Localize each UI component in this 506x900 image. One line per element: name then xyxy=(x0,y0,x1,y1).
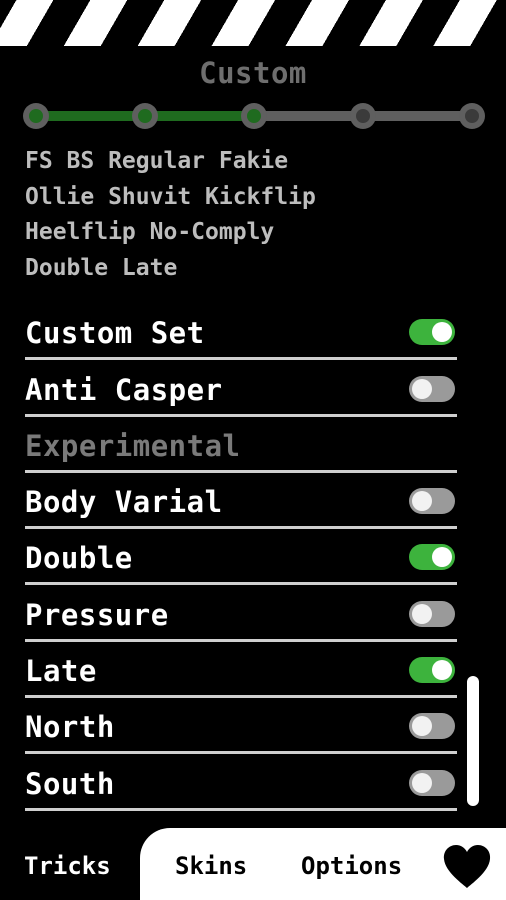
toggle-knob xyxy=(432,547,452,568)
toggle-knob xyxy=(412,491,432,512)
south-toggle[interactable] xyxy=(409,769,455,796)
setting-double[interactable]: Double xyxy=(25,529,457,586)
setting-north[interactable]: North xyxy=(25,698,457,755)
pressure-toggle[interactable] xyxy=(409,600,455,627)
step-dot[interactable] xyxy=(459,103,485,129)
toggle-knob xyxy=(412,378,432,399)
section-header-label: Experimental xyxy=(25,428,241,463)
setting-label: Late xyxy=(25,654,97,689)
setting-label: Anti Casper xyxy=(25,372,223,407)
trick-summary: FS BS Regular Fakie Ollie Shuvit Kickfli… xyxy=(25,144,445,286)
setting-label: Custom Set xyxy=(25,316,205,351)
anti-casper-toggle[interactable] xyxy=(409,375,455,402)
setting-label: Double xyxy=(25,541,133,576)
trick-line: Heelflip No-Comply xyxy=(25,219,275,245)
tab-tricks-label: Tricks xyxy=(24,852,111,880)
setting-label: Body Varial xyxy=(25,485,223,520)
toggle-knob xyxy=(412,772,432,793)
step-dot[interactable] xyxy=(23,103,49,129)
setting-late[interactable]: Late xyxy=(25,642,457,699)
toggle-knob xyxy=(432,660,452,681)
toggle-knob xyxy=(432,322,452,343)
scrollbar-thumb[interactable] xyxy=(467,676,479,806)
trick-line: Ollie Shuvit Kickflip xyxy=(25,183,316,210)
tab-tricks[interactable]: Tricks xyxy=(0,828,140,900)
tab-options[interactable]: Options xyxy=(301,852,402,880)
heart-icon[interactable] xyxy=(442,844,492,890)
double-toggle[interactable] xyxy=(409,544,455,571)
step-dot[interactable] xyxy=(132,103,158,129)
setting-label: South xyxy=(25,766,115,801)
body-varial-toggle[interactable] xyxy=(409,488,455,515)
trick-line: FS BS Regular Fakie xyxy=(25,148,289,174)
toggle-knob xyxy=(412,716,432,737)
custom-set-toggle[interactable] xyxy=(409,319,455,346)
tab-skins[interactable]: Skins xyxy=(175,852,247,880)
setting-label: North xyxy=(25,710,115,745)
clapperboard-stripes xyxy=(0,0,506,48)
page-title: Custom xyxy=(199,56,307,90)
step-dot[interactable] xyxy=(350,103,376,129)
progress-stepper xyxy=(23,102,485,130)
setting-south[interactable]: South xyxy=(25,754,457,811)
setting-anti-casper[interactable]: Anti Casper xyxy=(25,360,457,417)
section-header-experimental: Experimental xyxy=(25,417,457,473)
trick-line: Double Late xyxy=(25,254,178,281)
setting-body-varial[interactable]: Body Varial xyxy=(25,473,457,530)
settings-list: Custom Set Anti Casper Experimental Body… xyxy=(25,304,457,811)
late-toggle[interactable] xyxy=(409,657,455,684)
step-dot[interactable] xyxy=(241,103,267,129)
bottom-tab-bar: Tricks Skins Options xyxy=(0,828,506,900)
north-toggle[interactable] xyxy=(409,713,455,740)
toggle-knob xyxy=(412,603,432,624)
setting-custom-set[interactable]: Custom Set xyxy=(25,304,457,361)
setting-label: Pressure xyxy=(25,597,169,632)
setting-pressure[interactable]: Pressure xyxy=(25,585,457,642)
